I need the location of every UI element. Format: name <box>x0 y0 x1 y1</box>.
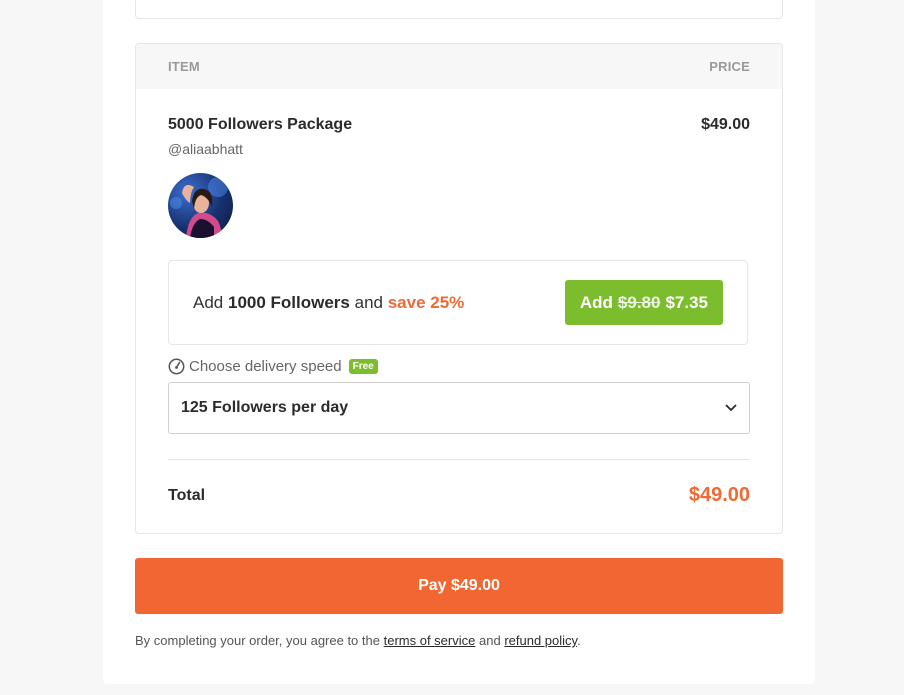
upsell-old-price: $9.80 <box>617 292 661 312</box>
upsell-middle: and <box>354 292 383 312</box>
legal-prefix: By completing your order, you agree to t… <box>135 633 380 648</box>
price-column-header: PRICE <box>709 59 750 74</box>
item-price: $49.00 <box>701 116 750 133</box>
chevron-down-icon <box>725 404 737 412</box>
upsell-save: save 25% <box>387 292 465 312</box>
legal-notice: By completing your order, you agree to t… <box>135 633 581 648</box>
total-divider <box>168 459 750 460</box>
order-summary-header: ITEM PRICE <box>136 44 782 89</box>
pay-button[interactable]: Pay $49.00 <box>135 558 783 614</box>
upsell-prefix: Add <box>193 292 224 312</box>
checkout-card: ITEM PRICE 5000 Followers Package $49.00… <box>103 0 815 684</box>
total-row: Total $49.00 <box>168 484 750 507</box>
terms-of-service-link[interactable]: terms of service <box>384 633 476 648</box>
order-summary: ITEM PRICE 5000 Followers Package $49.00… <box>135 43 783 534</box>
delivery-speed-label: Choose delivery speed Free <box>168 358 378 375</box>
refund-policy-link[interactable]: refund policy <box>504 633 577 648</box>
item-column-header: ITEM <box>168 59 200 74</box>
order-item-row: 5000 Followers Package $49.00 <box>168 116 750 134</box>
free-badge: Free <box>348 359 378 374</box>
add-upsell-button[interactable]: Add $9.80 $7.35 <box>564 280 723 325</box>
previous-section-box <box>135 0 783 19</box>
upsell-amount: 1000 Followers <box>227 292 350 312</box>
upsell-new-price: $7.35 <box>665 292 708 312</box>
item-name: 5000 Followers Package <box>168 116 353 133</box>
speedometer-icon <box>168 358 185 375</box>
legal-and: and <box>478 633 501 648</box>
upsell-button-prefix: Add <box>579 292 613 312</box>
total-label: Total <box>168 486 206 504</box>
upsell-text: Add 1000 Followers and save 25% <box>193 293 464 313</box>
legal-suffix: . <box>577 633 581 648</box>
delivery-speed-value: 125 Followers per day <box>181 399 349 416</box>
total-value: $49.00 <box>688 484 750 506</box>
delivery-speed-select[interactable]: 125 Followers per day <box>168 382 750 434</box>
delivery-speed-text: Choose delivery speed <box>189 358 342 375</box>
item-handle: @aliaabhatt <box>168 141 243 157</box>
profile-avatar <box>168 173 233 238</box>
upsell-offer: Add 1000 Followers and save 25% Add $9.8… <box>168 260 748 345</box>
